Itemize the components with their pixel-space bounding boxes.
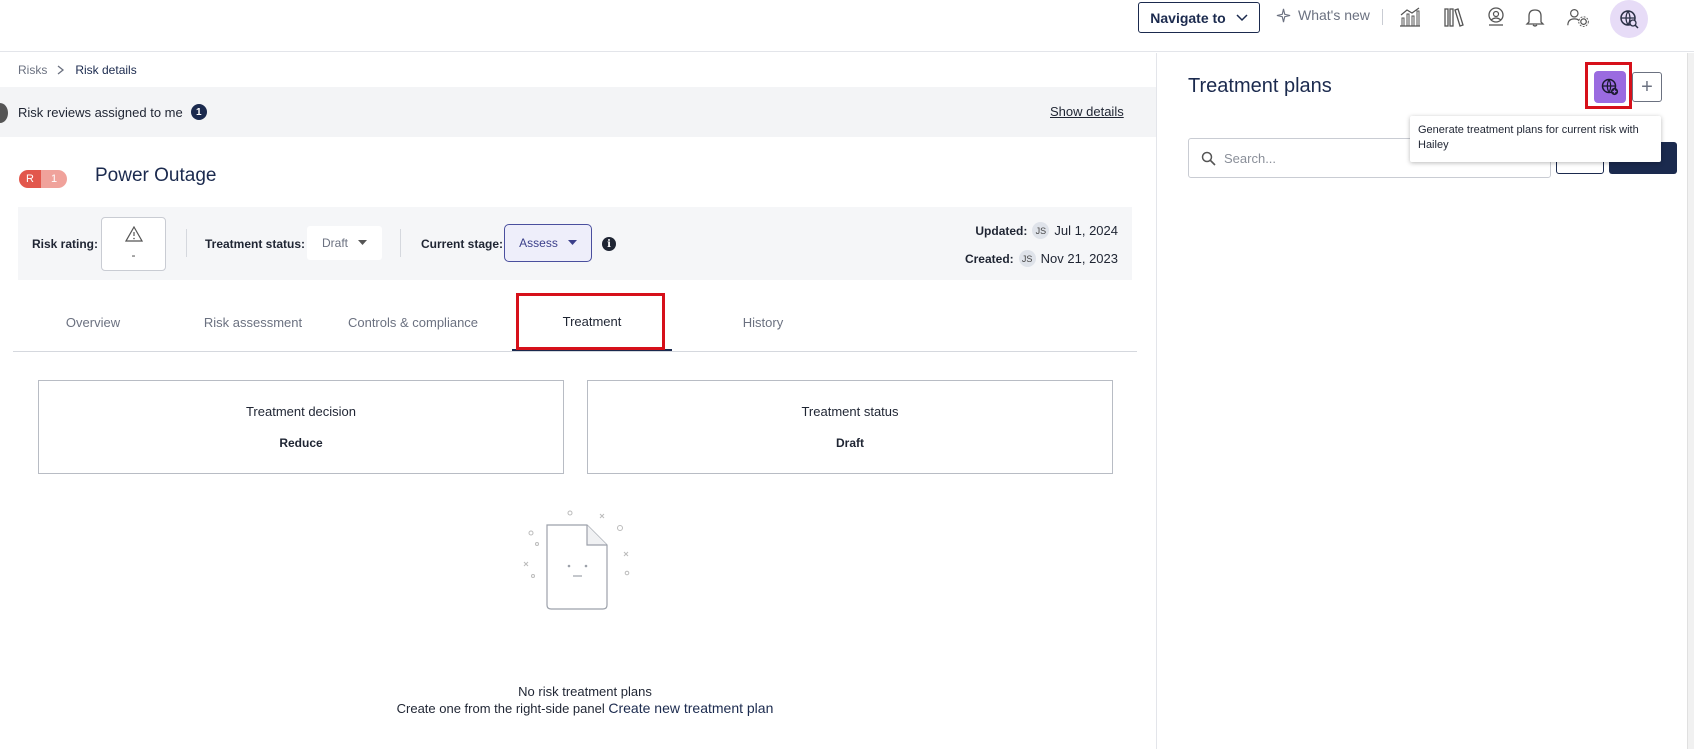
treatment-status-select[interactable]: Draft bbox=[307, 226, 382, 260]
treatment-decision-card: Treatment decision Reduce bbox=[38, 380, 564, 474]
empty-state-subtitle: Create one from the right-side panel Cre… bbox=[0, 700, 1170, 717]
profile-badge-icon[interactable] bbox=[1484, 5, 1508, 29]
chevron-right-icon bbox=[57, 65, 65, 75]
hailey-ai-icon[interactable] bbox=[1610, 0, 1648, 38]
updated-date: Jul 1, 2024 bbox=[1054, 223, 1118, 238]
hailey-tooltip: Generate treatment plans for current ris… bbox=[1410, 116, 1661, 162]
topbar-divider bbox=[1382, 9, 1383, 25]
current-stage-select[interactable]: Assess bbox=[504, 224, 592, 262]
empty-state-hint: Create one from the right-side panel bbox=[396, 701, 605, 716]
treatment-status-card-value: Draft bbox=[835, 436, 864, 450]
avatar: JS bbox=[1032, 222, 1050, 239]
treatment-status-card: Treatment status Draft bbox=[587, 380, 1113, 474]
search-icon bbox=[1201, 151, 1216, 166]
empty-document-icon bbox=[523, 510, 630, 610]
show-details-link[interactable]: Show details bbox=[1050, 104, 1124, 119]
risk-badge-letter: R bbox=[19, 170, 41, 188]
updated-label: Updated: bbox=[975, 223, 1028, 238]
whats-new-link[interactable]: What's new bbox=[1276, 7, 1370, 23]
dates-block: Updated: JS Jul 1, 2024 Created: JS Nov … bbox=[965, 222, 1118, 267]
chevron-down-icon bbox=[1236, 13, 1248, 21]
scrollbar[interactable] bbox=[1687, 53, 1694, 749]
created-date: Nov 21, 2023 bbox=[1040, 251, 1118, 266]
warning-icon bbox=[124, 226, 143, 242]
top-bar: Navigate to What's new bbox=[0, 0, 1694, 52]
divider bbox=[400, 229, 401, 257]
info-icon[interactable]: i bbox=[602, 237, 616, 251]
tab-treatment[interactable]: Treatment bbox=[512, 294, 672, 351]
treatment-plans-panel: Treatment plans + Generate treatment pla… bbox=[1156, 53, 1694, 749]
whats-new-label: What's new bbox=[1298, 7, 1370, 23]
treatment-decision-value: Reduce bbox=[279, 436, 323, 450]
updated-row: Updated: JS Jul 1, 2024 bbox=[975, 222, 1118, 239]
empty-state-title: No risk treatment plans bbox=[518, 684, 652, 699]
tab-risk-assessment[interactable]: Risk assessment bbox=[173, 294, 333, 351]
user-settings-icon[interactable] bbox=[1566, 5, 1590, 29]
current-stage-label: Current stage: bbox=[421, 237, 504, 251]
current-stage-value: Assess bbox=[519, 236, 558, 250]
library-icon[interactable] bbox=[1442, 5, 1466, 29]
created-row: Created: JS Nov 21, 2023 bbox=[965, 250, 1118, 267]
risk-reviews-count: 1 bbox=[190, 104, 207, 120]
risk-rating-box[interactable]: - bbox=[101, 217, 166, 271]
breadcrumb-risks[interactable]: Risks bbox=[18, 63, 47, 77]
treatment-plans-title: Treatment plans bbox=[1188, 75, 1332, 97]
navigate-to-label: Navigate to bbox=[1150, 9, 1226, 26]
sparkle-icon bbox=[1276, 8, 1291, 22]
breadcrumb-current: Risk details bbox=[75, 63, 137, 77]
risk-reviews-bar: Risk reviews assigned to me 1 Show detai… bbox=[0, 87, 1156, 137]
breadcrumb: Risks Risk details bbox=[18, 63, 137, 77]
treatment-decision-title: Treatment decision bbox=[245, 404, 357, 419]
bell-icon[interactable] bbox=[1523, 5, 1547, 29]
risk-info-bar: Risk rating: - Treatment status: Draft C… bbox=[18, 207, 1132, 280]
treatment-status-value: Draft bbox=[321, 236, 348, 250]
created-label: Created: bbox=[964, 251, 1014, 266]
tab-overview[interactable]: Overview bbox=[13, 294, 173, 351]
risk-rating-value: - bbox=[131, 248, 136, 262]
sidebar-handle[interactable] bbox=[0, 103, 8, 123]
tab-bar: Overview Risk assessment Controls & comp… bbox=[13, 294, 1137, 352]
risk-rating-label: Risk rating: bbox=[32, 237, 99, 251]
treatment-status-label: Treatment status: bbox=[205, 237, 306, 251]
avatar: JS bbox=[1018, 250, 1036, 267]
create-treatment-plan-link[interactable]: Create new treatment plan bbox=[608, 700, 773, 716]
tab-history[interactable]: History bbox=[683, 294, 843, 351]
navigate-to-button[interactable]: Navigate to bbox=[1138, 2, 1260, 33]
add-treatment-plan-button[interactable]: + bbox=[1632, 72, 1662, 102]
hailey-generate-icon bbox=[1601, 78, 1619, 96]
caret-down-icon bbox=[567, 240, 577, 245]
page-title: Power Outage bbox=[95, 165, 217, 186]
treatment-status-title: Treatment status bbox=[801, 404, 899, 419]
caret-down-icon bbox=[358, 240, 367, 245]
tab-controls-compliance[interactable]: Controls & compliance bbox=[333, 294, 493, 351]
empty-state-text: No risk treatment plans Create one from … bbox=[0, 683, 1170, 717]
risk-badge-number: 1 bbox=[41, 170, 67, 188]
analytics-icon[interactable] bbox=[1398, 5, 1422, 29]
risk-details-panel: Risks Risk details Risk reviews assigned… bbox=[0, 53, 1156, 749]
divider bbox=[186, 229, 187, 257]
generate-with-hailey-button[interactable] bbox=[1594, 71, 1626, 103]
risk-reviews-text: Risk reviews assigned to me 1 bbox=[18, 104, 207, 120]
risk-reviews-label: Risk reviews assigned to me bbox=[18, 104, 183, 120]
risk-id-badge: R 1 bbox=[19, 170, 67, 188]
